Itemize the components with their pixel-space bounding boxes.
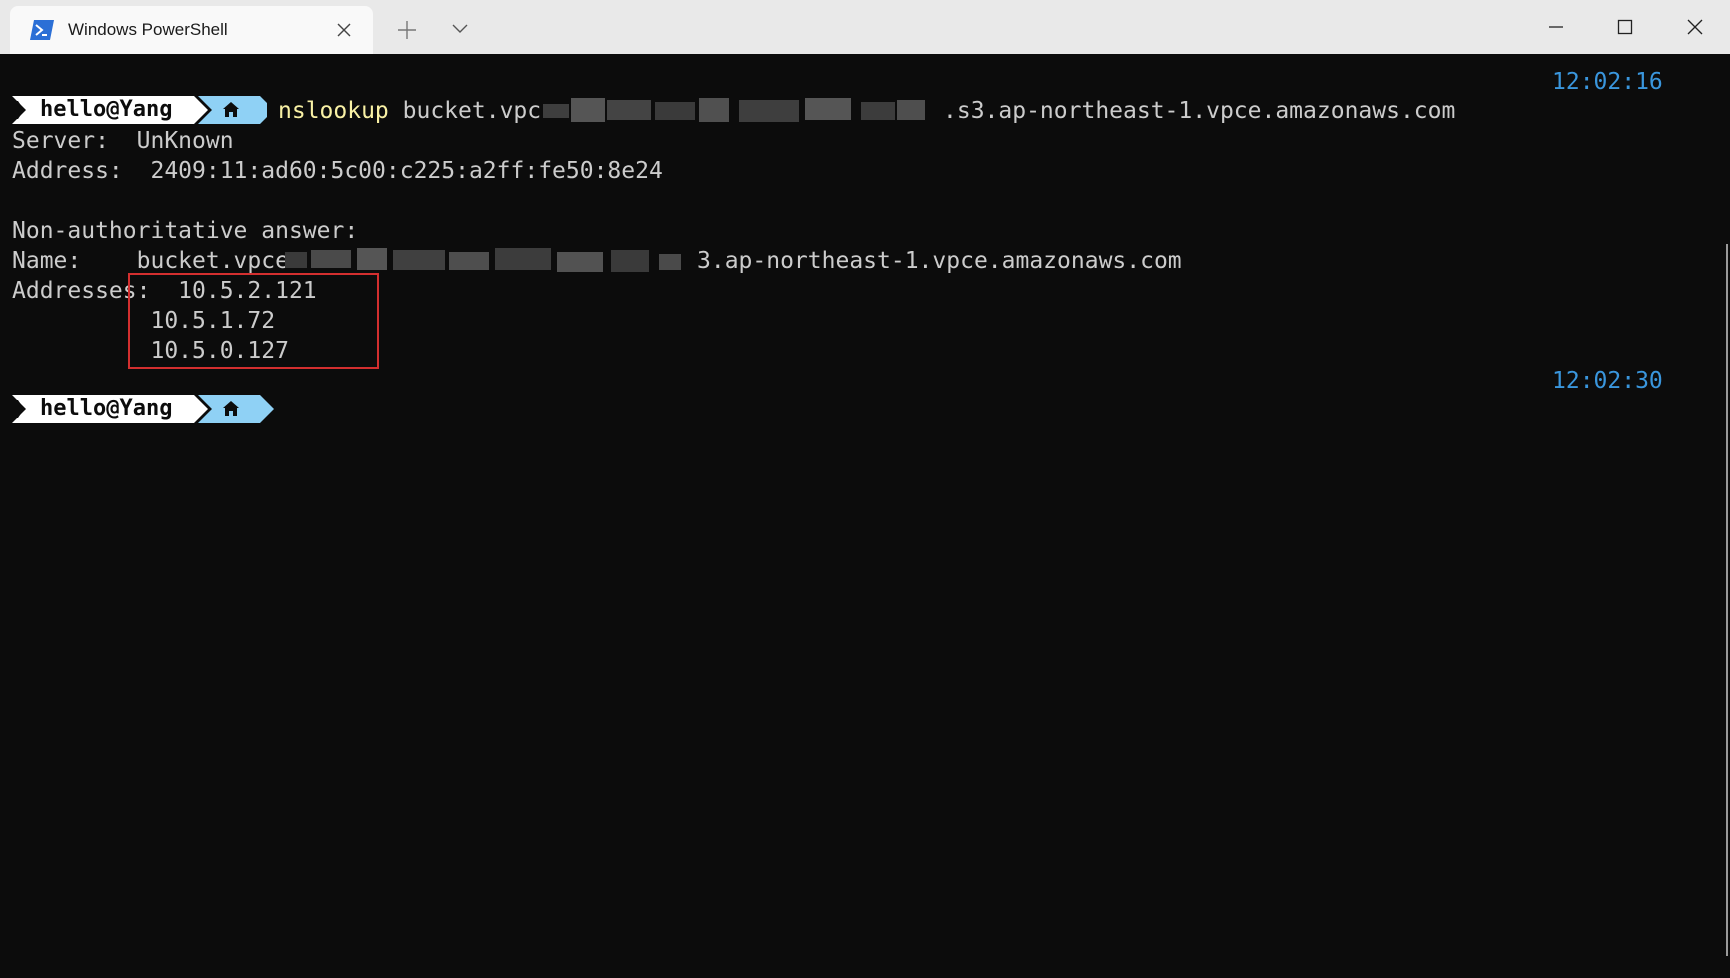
address-line: Address: 2409:11:ad60:5c00:c225:a2ff:fe5… — [12, 158, 663, 184]
name-suffix: 3.ap-northeast-1.vpce.amazonaws.com — [697, 248, 1182, 274]
command-name: nslookup — [278, 98, 389, 124]
home-icon — [223, 102, 239, 117]
redacted-region — [543, 96, 943, 126]
close-icon[interactable] — [1684, 16, 1706, 38]
command-arg-prefix: bucket.vpc — [402, 98, 542, 124]
powerline-prompt: hello@Yang — [12, 395, 277, 423]
scrollbar[interactable] — [1722, 54, 1730, 978]
terminal-output[interactable]: 12:02:16 hello@Yang nslookup bucket.vpc … — [0, 54, 1722, 978]
home-icon — [223, 401, 239, 416]
powerline-prompt: hello@Yang — [12, 96, 267, 124]
non-authoritative-line: Non-authoritative answer: — [12, 218, 359, 244]
chevron-down-icon[interactable] — [452, 24, 468, 34]
powershell-icon — [30, 20, 54, 40]
tab-windows-powershell[interactable]: Windows PowerShell — [10, 6, 373, 54]
name-line: Name: bucket.vpce — [12, 248, 289, 274]
server-line: Server: UnKnown — [12, 128, 234, 154]
maximize-icon[interactable] — [1614, 16, 1636, 38]
redacted-region — [285, 246, 695, 276]
close-tab-icon[interactable] — [336, 22, 352, 38]
command-line: nslookup bucket.vpc — [278, 96, 541, 126]
prompt-timestamp: 12:02:16 — [1552, 69, 1663, 95]
prompt-timestamp: 12:02:30 — [1552, 368, 1663, 394]
plus-icon[interactable] — [397, 20, 417, 40]
prompt-user: hello@Yang — [40, 97, 173, 122]
tab-title: Windows PowerShell — [68, 20, 228, 39]
command-arg-suffix: .s3.ap-northeast-1.vpce.amazonaws.com — [943, 98, 1456, 124]
minimize-icon[interactable] — [1545, 16, 1567, 38]
prompt-user: hello@Yang — [40, 396, 173, 421]
highlight-box — [128, 273, 379, 369]
scrollbar-thumb[interactable] — [1726, 244, 1728, 956]
title-bar: Windows PowerShell — [0, 0, 1730, 54]
